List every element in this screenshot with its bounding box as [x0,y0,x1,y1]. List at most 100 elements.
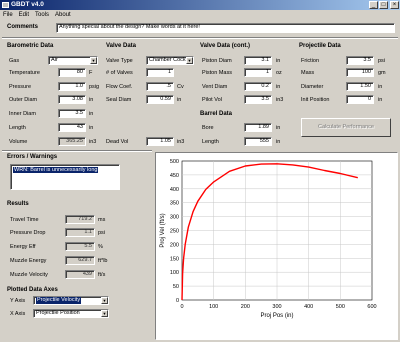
y-tick-label: 500 [170,159,179,165]
results-title: Results [7,201,29,207]
chevron-down-icon[interactable]: ▼ [101,297,108,304]
valve-type-label: Valve Type [106,58,133,64]
x-tick-label: 600 [367,304,376,310]
mass-label: Mass [301,70,315,76]
errors-text: WRN: Barrel is unnecessarily long [13,167,99,173]
valve-type-select[interactable]: Chamber Cock ▼ [146,56,194,65]
y-tick-label: 50 [173,284,179,290]
chevron-down-icon[interactable]: ▼ [186,57,193,64]
inner-diam-unit: in [89,111,94,117]
y-tick-label: 400 [170,187,179,193]
menu-file[interactable]: File [3,12,13,18]
y-axis-select[interactable]: Projectile Velocity ▼ [33,296,109,305]
bore-input[interactable]: 1.89 [244,123,272,132]
vent-diam-input[interactable]: 0.2 [244,82,272,91]
init-position-label: Init Position [301,97,330,103]
travel-time-output: 719.2 [65,215,95,224]
gas-select[interactable]: Air ▼ [48,56,98,65]
inner-diam-input[interactable]: 3.5 [58,109,86,118]
volume-label: Volume [9,139,28,145]
piston-mass-unit: oz [276,70,282,76]
calculate-performance-button[interactable]: Calculate Performance [301,118,391,137]
app-icon [2,2,9,8]
piston-diam-input[interactable]: 3.1 [244,56,272,65]
close-button[interactable]: × [390,1,399,9]
comments-input[interactable]: Anything special about the design? Make … [56,23,395,33]
length-label: Length [9,125,26,131]
plotted-title: Plotted Data Axes [7,287,58,293]
divider-left [2,150,152,152]
piston-diam-unit: in [276,58,281,64]
chart-svg: 0 100 200 300 400 500 600 0 50 100 150 200 250 300 350… [160,159,377,319]
menu-edit[interactable]: Edit [19,12,29,18]
pilot-vol-unit: in3 [276,97,284,103]
y-tick-label: 200 [170,242,179,248]
x-axis-value: Projectile Position [36,310,80,316]
pilot-vol-input[interactable]: 3.5 [244,95,272,104]
y-tick-label: 300 [170,215,179,221]
inner-diam-label: Inner Diam [9,111,36,117]
x-axis-title: Proj Pos (in) [260,313,293,319]
projectile-title: Projectile Data [299,43,341,49]
chevron-down-icon[interactable]: ▼ [101,310,108,317]
muzzle-energy-unit: ft*lb [98,258,108,264]
pressure-input[interactable]: 1.0 [58,82,86,91]
divider-top [2,37,398,39]
y-tick-label: 150 [170,256,179,262]
outer-diam-input[interactable]: 3.08 [58,95,86,104]
y-tick-label: 350 [170,201,179,207]
chevron-down-icon[interactable]: ▼ [90,57,97,64]
num-valves-label: # of Valves [106,70,133,76]
muzzle-velocity-output: 439 [65,270,95,279]
init-position-unit: in [378,97,383,103]
temperature-input[interactable]: 80 [58,68,86,77]
friction-input[interactable]: 3.5 [346,56,374,65]
x-tick-label: 300 [272,304,281,310]
menu-about[interactable]: About [55,12,71,18]
seal-diam-input[interactable]: 0.59 [146,95,174,104]
pressure-drop-output: 1.1 [65,228,95,237]
maximize-button[interactable]: □ [379,1,388,9]
init-position-input[interactable]: 0 [346,95,374,104]
x-tick-label: 400 [304,304,313,310]
muzzle-energy-label: Muzzle Energy [10,258,47,264]
pressure-label: Pressure [9,84,32,90]
x-axis-select[interactable]: Projectile Position ▼ [33,309,109,318]
muzzle-velocity-unit: ft/s [98,272,106,278]
diameter-input[interactable]: 1.50 [346,82,374,91]
y-axis-value: Projectile Velocity [36,297,82,304]
minimize-button[interactable]: _ [369,1,378,9]
errors-textbox[interactable]: WRN: Barrel is unnecessarily long [10,164,120,190]
dead-vol-label: Dead Vol [106,139,129,145]
errors-title: Errors / Warnings [7,154,58,160]
x-tick-label: 0 [180,304,183,310]
diameter-label: Diameter [301,84,324,90]
mass-unit: gm [378,70,386,76]
y-tick-label: 0 [176,298,179,304]
length-input[interactable]: 43 [58,123,86,132]
x-tick-label: 500 [336,304,345,310]
diameter-unit: in [378,84,383,90]
flow-coef-input[interactable]: .5 [146,82,174,91]
mass-input[interactable]: 100 [346,68,374,77]
menu-bar: File Edit Tools About [0,10,400,20]
dead-vol-input[interactable]: 1.05 [146,137,174,146]
outer-diam-label: Outer Diam [9,97,38,103]
valve-cont-title: Valve Data (cont.) [200,43,251,49]
outer-diam-unit: in [89,97,94,103]
travel-time-unit: ms [98,217,106,223]
y-axis-label: Y Axis [10,298,26,304]
flow-coef-unit: Cv [177,84,184,90]
y-axis-title: Proj Vel (ft/s) [160,213,166,247]
x-axis-label: X Axis [10,311,26,317]
gas-label: Gas [9,58,20,64]
num-valves-input[interactable]: 1 [146,68,174,77]
length-unit: in [89,125,94,131]
barrel-length-input[interactable]: 555 [244,137,272,146]
barrel-length-unit: in [276,139,281,145]
pilot-vol-label: Pilot Vol [202,97,222,103]
menu-tools[interactable]: Tools [35,12,49,18]
vent-diam-label: Vent Diam [202,84,228,90]
piston-mass-input[interactable]: 1 [244,68,272,77]
window-title: GBDT v4.0 [11,1,44,8]
